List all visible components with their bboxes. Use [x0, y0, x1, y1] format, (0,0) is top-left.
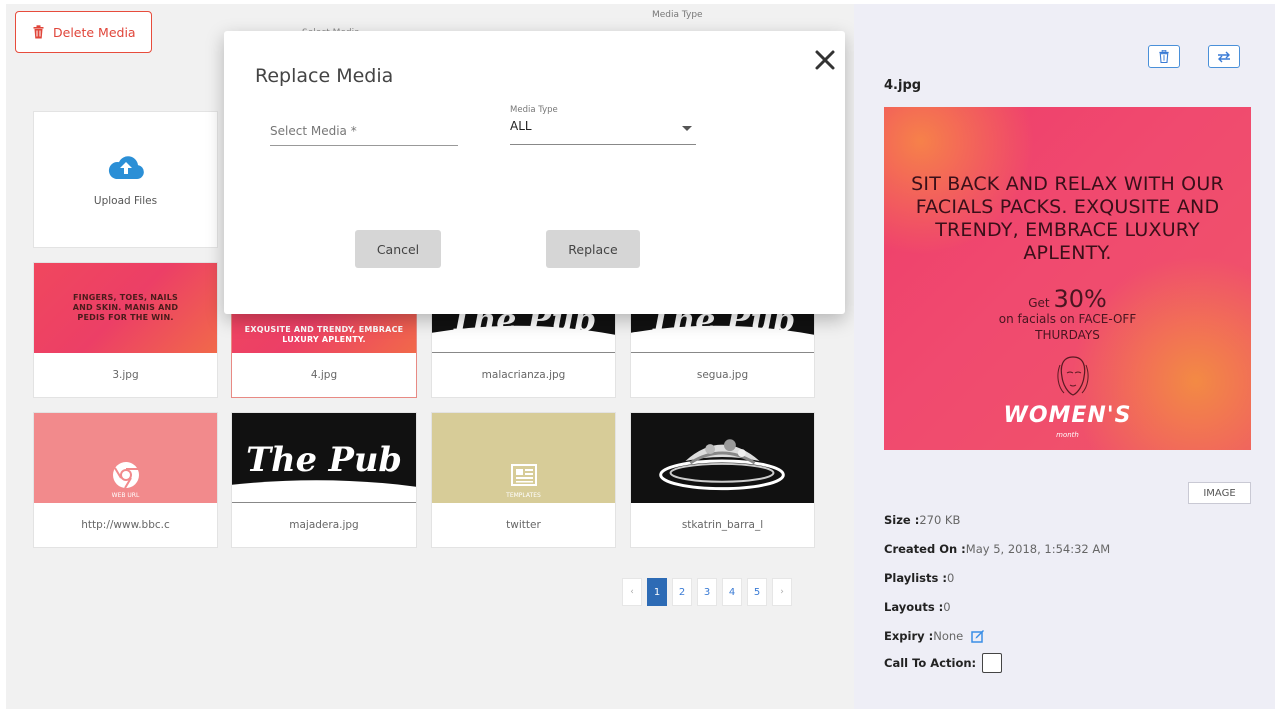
size-label: Size : [884, 513, 920, 527]
layouts-value: 0 [943, 600, 951, 614]
call-to-action-label: Call To Action: [884, 656, 977, 670]
thumbnail-text: FINGERS, TOES, NAILS AND SKIN. MANIS AND… [72, 293, 179, 322]
playlists-label: Playlists : [884, 571, 947, 585]
expiry-value: None [933, 629, 964, 643]
media-thumbnail [631, 413, 814, 503]
call-to-action-row: Call To Action: [884, 653, 1003, 673]
delete-media-icon-button[interactable] [1148, 45, 1180, 68]
media-details-panel: 4.jpg SIT BACK AND RELAX WITH OUR FACIAL… [854, 4, 1275, 709]
pagination: ‹ 1 2 3 4 5 › [622, 578, 797, 606]
preview-offer: Get 30% on facials on FACE-OFF THURDAYS [884, 287, 1251, 343]
size-row: Size : 270 KB [884, 513, 960, 527]
media-tile[interactable]: FINGERS, TOES, NAILS AND SKIN. MANIS AND… [33, 262, 218, 398]
swap-icon [1218, 51, 1230, 62]
media-caption: stkatrin_barra_l [681, 519, 764, 531]
media-caption: http://www.bbc.c [81, 519, 170, 531]
media-caption: 4.jpg [310, 369, 338, 381]
media-caption: segua.jpg [696, 369, 749, 381]
preview-headline: SIT BACK AND RELAX WITH OUR FACIALS PACK… [911, 173, 1224, 264]
media-thumbnail: FINGERS, TOES, NAILS AND SKIN. MANIS AND… [34, 263, 217, 353]
pagination-page-5[interactable]: 5 [747, 578, 767, 606]
preview-brand: WOMEN'S [1003, 403, 1132, 428]
replace-button[interactable]: Replace [546, 230, 640, 268]
offer-value: 30% [1053, 285, 1107, 313]
pagination-page-4[interactable]: 4 [722, 578, 742, 606]
media-caption: malacrianza.jpg [481, 369, 566, 381]
news-icon [510, 464, 537, 486]
media-type-label: Media Type [510, 105, 558, 115]
playlists-value: 0 [946, 571, 955, 585]
trash-icon [1159, 50, 1169, 63]
created-on-row: Created On : May 5, 2018, 1:54:32 AM [884, 542, 1110, 556]
cloud-upload-icon [108, 155, 144, 179]
face-illustration [1057, 356, 1089, 396]
created-on-value: May 5, 2018, 1:54:32 AM [965, 542, 1111, 556]
media-thumbnail: TEMPLATES [432, 413, 615, 503]
caret-down-icon [682, 126, 692, 131]
media-type-value: ALL [510, 119, 532, 133]
layouts-label: Layouts : [884, 600, 944, 614]
app-root: Delete Media Media Type Select Media Upl… [0, 0, 1275, 713]
media-caption: majadera.jpg [289, 519, 359, 531]
offer-prefix: Get [1028, 296, 1050, 310]
delete-media-label: Delete Media [53, 24, 136, 40]
cancel-button[interactable]: Cancel [355, 230, 441, 268]
offer-suffix: on facials on FACE-OFF THURDAYS [998, 312, 1137, 342]
select-media-field[interactable]: Select Media * [270, 120, 458, 146]
dialog-title: Replace Media [255, 65, 394, 87]
pub-logo: The Pub [232, 439, 416, 503]
pagination-prev[interactable]: ‹ [622, 578, 642, 606]
pagination-page-2[interactable]: 2 [672, 578, 692, 606]
media-preview-image: SIT BACK AND RELAX WITH OUR FACIALS PACK… [884, 107, 1251, 450]
playlists-row: Playlists : 0 [884, 571, 954, 585]
preview-brand-sub: month [1056, 431, 1079, 439]
tortilla-image [659, 439, 785, 491]
edit-icon[interactable] [971, 629, 985, 643]
expiry-label: Expiry : [884, 629, 934, 643]
selected-filename: 4.jpg [884, 78, 922, 93]
size-value: 270 KB [919, 513, 961, 527]
pub-logo-text: The Pub [246, 439, 402, 479]
media-caption: twitter [506, 519, 541, 531]
chrome-icon [112, 462, 139, 489]
layouts-row: Layouts : 0 [884, 600, 951, 614]
select-media-placeholder: Select Media * [270, 124, 357, 138]
web-url-label: WEB URL [111, 492, 140, 499]
bg-media-type-label: Media Type [652, 10, 703, 20]
call-to-action-checkbox[interactable] [982, 653, 1003, 673]
expiry-row: Expiry : None [884, 629, 985, 643]
pagination-page-1[interactable]: 1 [647, 578, 667, 606]
media-tile[interactable]: WEB URL http://www.bbc.c [33, 412, 218, 548]
media-thumbnail: The Pub [232, 413, 416, 503]
pagination-next[interactable]: › [772, 578, 792, 606]
trash-icon [33, 25, 44, 39]
thumbnail-text: EXQUSITE AND TRENDY, EMBRACE LUXURY APLE… [244, 325, 404, 344]
media-caption: 3.jpg [112, 369, 139, 381]
upload-files-tile[interactable]: Upload Files [33, 111, 218, 248]
pagination-page-3[interactable]: 3 [697, 578, 717, 606]
upload-files-label: Upload Files [93, 194, 158, 207]
templates-label: TEMPLATES [506, 492, 541, 499]
media-tile[interactable]: The Pub majadera.jpg [231, 412, 417, 548]
media-type-select[interactable]: ALL [510, 119, 696, 145]
replace-media-dialog: Replace Media Select Media * Media Type … [224, 31, 845, 314]
created-on-label: Created On : [884, 542, 966, 556]
media-tile[interactable]: stkatrin_barra_l [630, 412, 815, 548]
media-type-badge: IMAGE [1188, 482, 1251, 504]
media-thumbnail: WEB URL [34, 413, 217, 503]
close-icon[interactable] [812, 47, 838, 73]
delete-media-button[interactable]: Delete Media [15, 11, 152, 53]
replace-media-icon-button[interactable] [1208, 45, 1240, 68]
media-tile[interactable]: TEMPLATES twitter [431, 412, 616, 548]
